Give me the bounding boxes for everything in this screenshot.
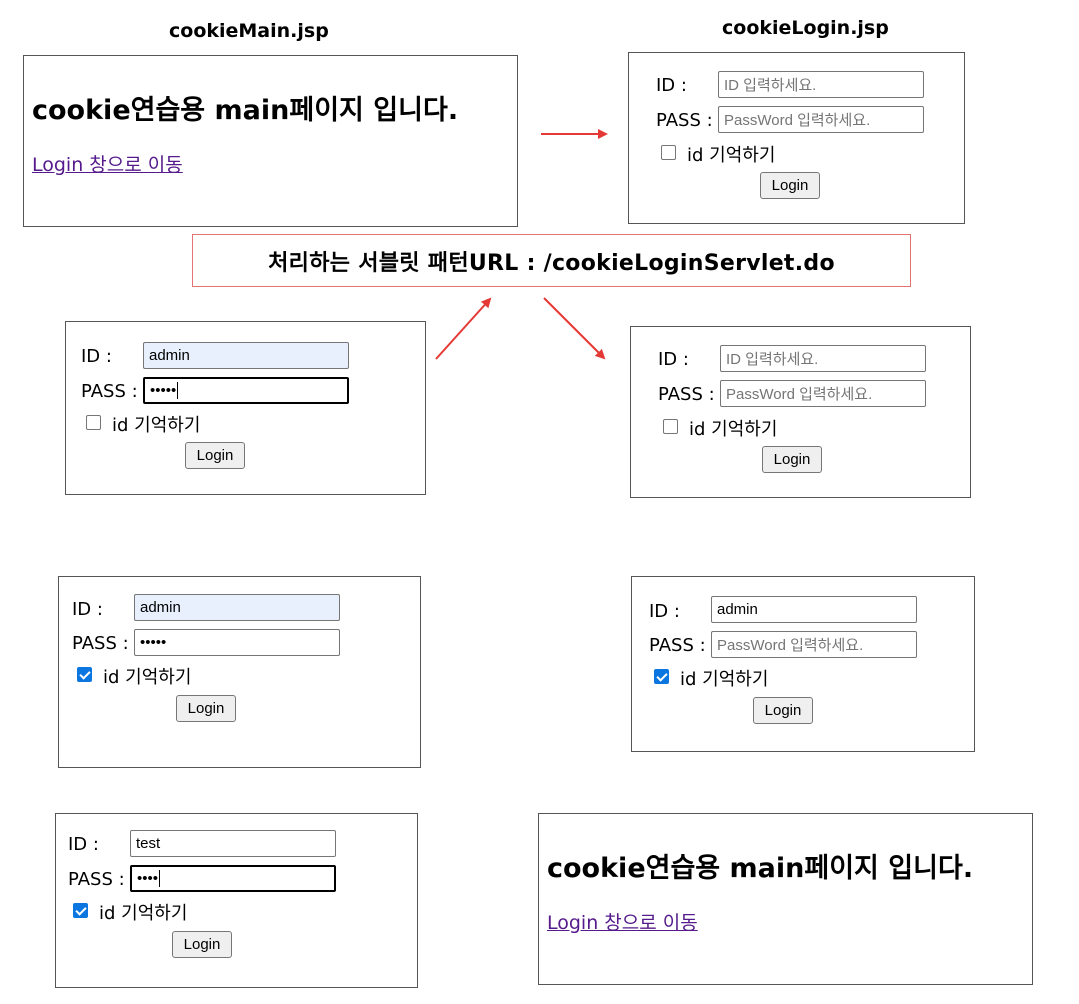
arrow-form-to-servlet: [435, 297, 492, 360]
arrow-servlet-to-login: [543, 297, 606, 360]
flow-arrows: [435, 129, 608, 360]
